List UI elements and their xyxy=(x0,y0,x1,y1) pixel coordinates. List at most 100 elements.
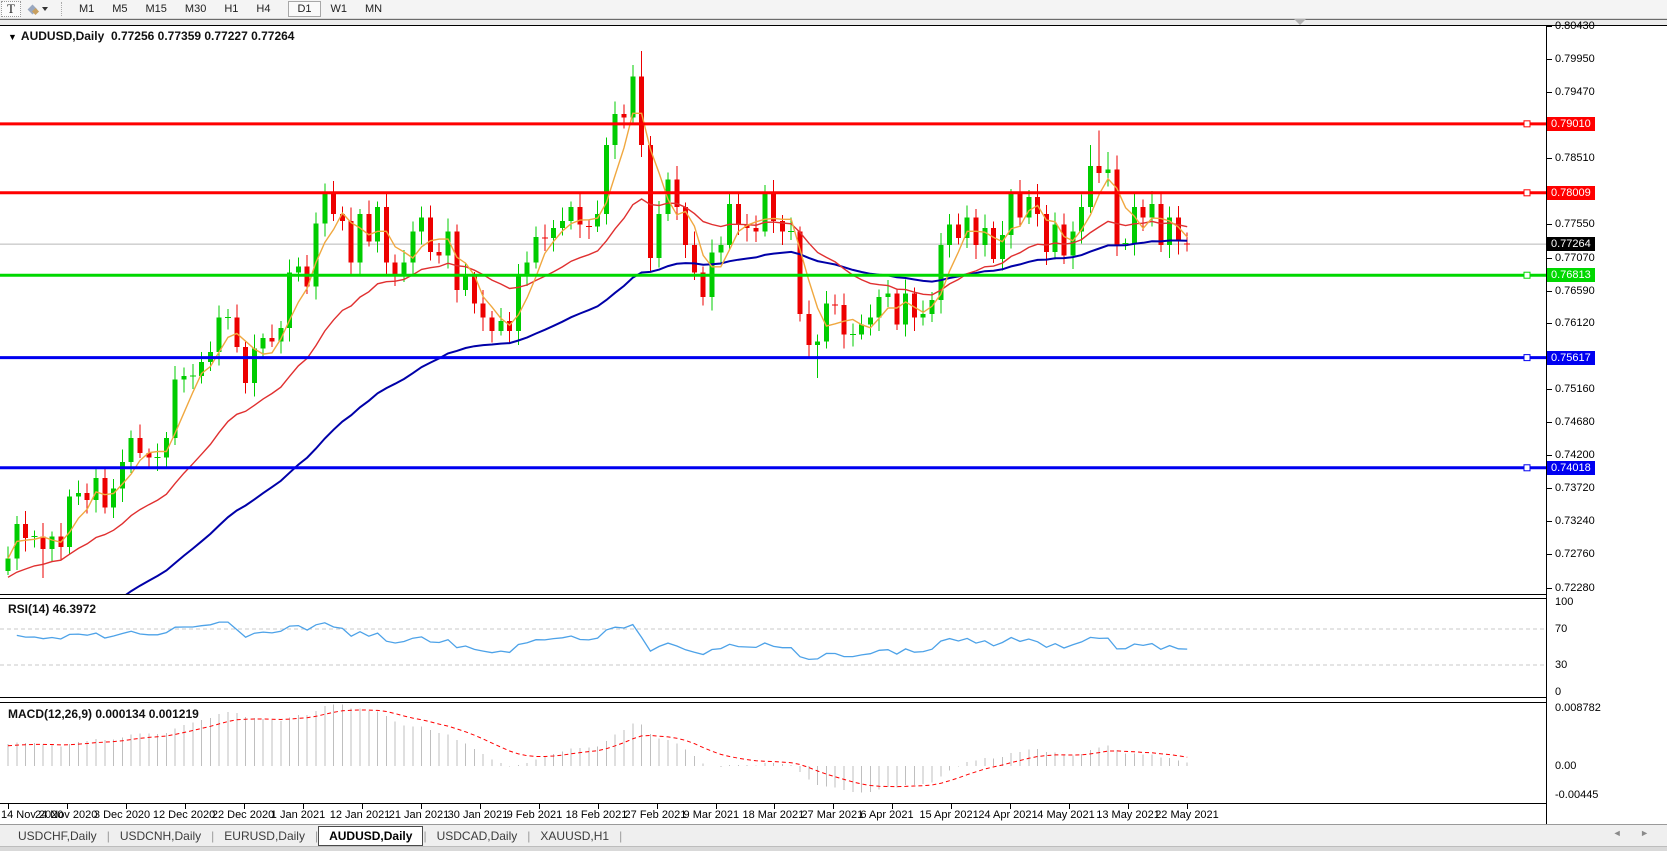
candle-body xyxy=(1062,224,1067,255)
text-tool-button[interactable]: T xyxy=(1,1,21,17)
candle-body xyxy=(1018,193,1023,217)
timeframe-button-h4[interactable]: H4 xyxy=(248,1,278,17)
candle-body xyxy=(982,228,987,245)
tab-usdcnh[interactable]: USDCNH,Daily xyxy=(110,827,211,845)
macd-scale-label: -0.00445 xyxy=(1555,789,1598,801)
price-tick-label: 0.79950 xyxy=(1555,53,1595,65)
timeframe-buttons: M1M5M15M30H1H4 D1W1MN xyxy=(70,1,391,17)
sr-price-label: 0.79010 xyxy=(1547,117,1595,131)
candle-body xyxy=(551,228,556,238)
tab-usdchf[interactable]: USDCHF,Daily xyxy=(8,827,107,845)
sr-price-label: 0.75617 xyxy=(1547,351,1595,365)
timeframe-button-m1[interactable]: M1 xyxy=(71,1,102,17)
tab-scroll-right-icon[interactable]: ► xyxy=(1640,828,1657,838)
candle-body xyxy=(490,317,495,331)
candle-body xyxy=(622,114,627,117)
candle-body xyxy=(991,228,996,259)
chart-title-symbol: AUDUSD,Daily xyxy=(21,29,104,43)
sr-line-handle xyxy=(1524,121,1530,127)
candle-body xyxy=(1097,166,1102,173)
candle-body xyxy=(428,218,433,252)
timeframe-button-d1[interactable]: D1 xyxy=(288,1,320,17)
toolbar-gap xyxy=(279,1,287,17)
candle-body xyxy=(454,231,459,290)
date-label: 6 Apr 2021 xyxy=(860,809,913,821)
candle-body xyxy=(349,221,354,262)
candle-body xyxy=(666,180,671,214)
timeframe-button-m30[interactable]: M30 xyxy=(177,1,214,17)
rsi-scale-label: 70 xyxy=(1555,623,1567,635)
sr-line-handle xyxy=(1524,190,1530,196)
tab-xauusd[interactable]: XAUUSD,H1 xyxy=(530,827,619,845)
rsi-scale-label: 30 xyxy=(1555,659,1567,671)
rsi-panel-bottom-border xyxy=(0,697,1667,698)
timeframe-button-mn[interactable]: MN xyxy=(357,1,390,17)
price-tick-dash xyxy=(1547,291,1552,292)
date-label: 4 May 2021 xyxy=(1037,809,1094,821)
rsi-scale-label: 100 xyxy=(1555,596,1573,608)
tab-scroll-left-icon[interactable]: ◄ xyxy=(1613,828,1630,838)
candle-body xyxy=(560,221,565,228)
date-axis[interactable]: 14 Nov 202024 Nov 20203 Dec 202012 Dec 2… xyxy=(0,804,1546,824)
date-label: 30 Jan 2021 xyxy=(448,809,509,821)
candle-body xyxy=(41,537,46,549)
price-tick-dash xyxy=(1547,588,1552,589)
macd-scale-label: 0.008782 xyxy=(1555,702,1601,714)
chart-title: ▼ AUDUSD,Daily 0.77256 0.77359 0.77227 0.… xyxy=(8,29,294,43)
rsi-panel[interactable] xyxy=(0,599,1546,697)
candle-body xyxy=(234,317,239,347)
date-label: 24 Apr 2021 xyxy=(978,809,1037,821)
timeframe-button-w1[interactable]: W1 xyxy=(323,1,356,17)
candle-body xyxy=(76,493,81,496)
timeframe-button-m5[interactable]: M5 xyxy=(104,1,135,17)
main-price-chart[interactable] xyxy=(0,26,1546,594)
macd-panel[interactable] xyxy=(0,703,1546,803)
candle-body xyxy=(947,224,952,245)
price-tick-label: 0.74680 xyxy=(1555,416,1595,428)
price-tick-dash xyxy=(1547,59,1552,60)
toolbar-separator xyxy=(61,2,66,16)
sr-price-label: 0.76813 xyxy=(1547,268,1595,282)
candle-body xyxy=(815,342,820,345)
candle-body xyxy=(1150,204,1155,218)
chart-collapse-arrow-icon[interactable]: ▼ xyxy=(8,32,17,42)
candle-body xyxy=(516,276,521,331)
timeframe-button-m15[interactable]: M15 xyxy=(138,1,175,17)
price-tick-dash xyxy=(1547,258,1552,259)
date-label: 12 Dec 2020 xyxy=(153,809,215,821)
tab-audusd[interactable]: AUDUSD,Daily xyxy=(318,826,423,846)
candle-body xyxy=(1088,166,1093,207)
date-label: 24 Nov 2020 xyxy=(35,809,97,821)
candle-body xyxy=(921,314,926,317)
price-tick-dash xyxy=(1547,323,1552,324)
price-tick-dash xyxy=(1547,158,1552,159)
candle-body xyxy=(639,76,644,145)
rsi-label: RSI(14) 46.3972 xyxy=(8,602,96,616)
candle-body xyxy=(877,297,882,318)
tab-eurusd[interactable]: EURUSD,Daily xyxy=(214,827,315,845)
objects-tool-button[interactable] xyxy=(23,1,54,17)
sr-line-handle xyxy=(1524,355,1530,361)
ma-fast-line xyxy=(8,113,1187,558)
price-tick-dash xyxy=(1547,521,1552,522)
candle-body xyxy=(182,376,187,379)
candle-body xyxy=(419,218,424,232)
price-tick-label: 0.73720 xyxy=(1555,482,1595,494)
candle-body xyxy=(1132,207,1137,244)
candle-body xyxy=(252,348,257,382)
candle-body xyxy=(718,245,723,253)
date-label: 12 Jan 2021 xyxy=(330,809,391,821)
price-axis[interactable]: 0.804300.799500.794700.785100.775500.770… xyxy=(1547,26,1667,824)
candle-body xyxy=(270,338,275,341)
candle-body xyxy=(894,293,899,324)
candle-body xyxy=(375,207,380,241)
chart-title-ohlc: 0.77256 0.77359 0.77227 0.77264 xyxy=(111,29,295,43)
candle-body xyxy=(806,314,811,345)
timeframe-button-h1[interactable]: H1 xyxy=(216,1,246,17)
price-tick-label: 0.78510 xyxy=(1555,152,1595,164)
tab-usdcad[interactable]: USDCAD,Daily xyxy=(427,827,528,845)
sr-price-label: 0.78009 xyxy=(1547,186,1595,200)
price-tick-label: 0.77070 xyxy=(1555,252,1595,264)
date-label: 22 May 2021 xyxy=(1155,809,1219,821)
candle-body xyxy=(437,252,442,255)
